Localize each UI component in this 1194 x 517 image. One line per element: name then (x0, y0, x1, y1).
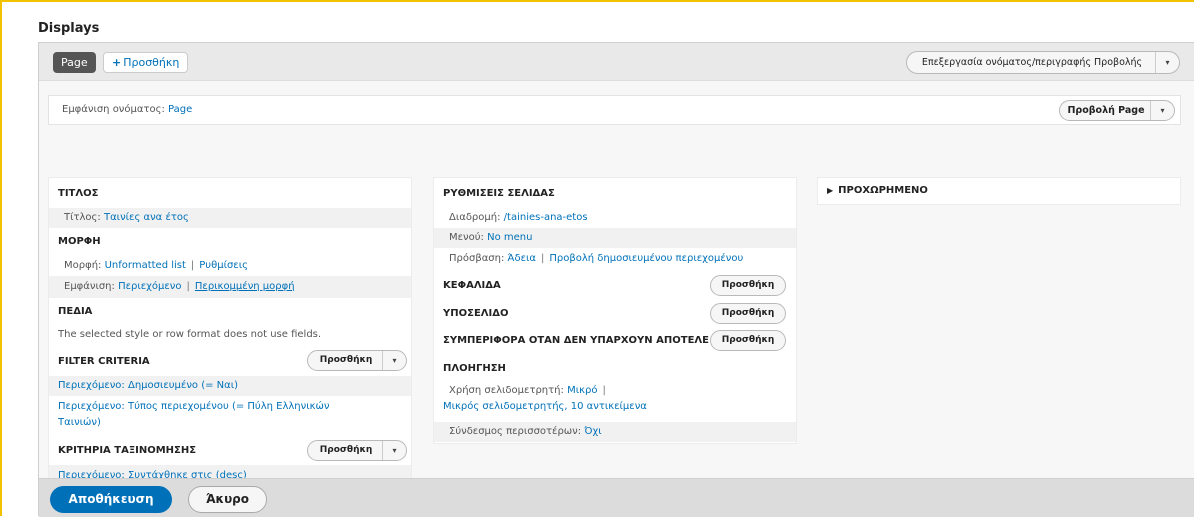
view-page-button[interactable]: Προβολή Page ▾ (1059, 100, 1175, 121)
title-section-heading: ΤΙΤΛΟΣ (58, 188, 99, 199)
filter-add-label: Προσθήκη (319, 355, 373, 365)
edit-view-name-button[interactable]: Επεξεργασία ονόματος/περιγραφής Προβολής… (906, 51, 1180, 74)
display-name-link[interactable]: Page (168, 104, 192, 115)
save-button[interactable]: Αποθήκευση (50, 486, 172, 513)
left-column: ΤΙΤΛΟΣ Τίτλος: Ταινίες ανα έτος ΜΟΡΦΗ Μο… (48, 177, 412, 487)
empty-add-button[interactable]: Προσθήκη (710, 330, 786, 351)
format-label: Μορφή: (64, 260, 102, 271)
more-link-value[interactable]: Όχι (584, 426, 601, 437)
chevron-down-icon[interactable]: ▾ (1150, 101, 1174, 120)
title-link[interactable]: Ταινίες ανα έτος (104, 212, 189, 223)
more-link-label: Σύνδεσμος περισσοτέρων: (449, 426, 582, 437)
triangle-right-icon: ▶ (827, 186, 834, 195)
menu-label: Μενού: (449, 232, 484, 243)
page-settings-heading: ΡΥΘΜΙΣΕΙΣ ΣΕΛΙΔΑΣ (443, 188, 555, 199)
access-label: Πρόσβαση: (449, 253, 505, 264)
access-link[interactable]: Άδεια (508, 253, 536, 264)
displays-tabbar: Page + Προσθήκη Επεξεργασία ονόματος/περι… (39, 43, 1194, 79)
pager-link[interactable]: Μικρό (567, 385, 597, 396)
access-row: Πρόσβαση: Άδεια | Προβολή δημοσιευμένου πε… (449, 253, 744, 264)
form-actions: Αποθήκευση Άκυρο (39, 478, 1194, 517)
add-display-label: Προσθήκη (123, 56, 180, 69)
filter-item-link[interactable]: Περιεχόμενο: Δημοσιευμένο (= Ναι) (58, 380, 238, 391)
menu-link[interactable]: No menu (487, 232, 532, 243)
title-label: Τίτλος: (64, 212, 101, 223)
more-link-row: Σύνδεσμος περισσοτέρων: Όχι (434, 422, 796, 442)
edit-view-name-label: Επεξεργασία ονόματος/περιγραφής Προβολής (921, 57, 1143, 68)
display-name-label: Εμφάνιση ονόματος: (62, 104, 165, 115)
chevron-down-icon[interactable]: ▾ (382, 441, 406, 460)
path-label: Διαδρομή: (449, 212, 501, 223)
access-extra-link[interactable]: Προβολή δημοσιευμένου περιεχομένου (549, 253, 743, 264)
display-content: Εμφάνιση ονόματος: Page Προβολή Page ▾ Τ… (39, 80, 1194, 487)
show-link[interactable]: Περιεχόμενο (118, 281, 181, 292)
path-link[interactable]: /tainies-ana-etos (504, 212, 588, 223)
filter-item-link[interactable]: Περιεχόμενο: Τύπος περιεχομένου (= Πύλη … (58, 399, 411, 415)
advanced-toggle[interactable]: ▶ ΠΡΟΧΩΡΗΜΕΝΟ (817, 177, 1181, 205)
chevron-down-icon[interactable]: ▾ (382, 351, 406, 370)
path-row: Διαδρομή: /tainies-ana-etos (434, 208, 796, 228)
frame-border-left (0, 0, 2, 516)
pager-label: Χρήση σελιδομετρητή: (449, 385, 564, 396)
middle-column: ΡΥΘΜΙΣΕΙΣ ΣΕΛΙΔΑΣ Διαδρομή: /tainies-ana… (433, 177, 797, 444)
sort-add-button[interactable]: Προσθήκη ▾ (307, 440, 407, 461)
sort-add-label: Προσθήκη (319, 445, 373, 455)
title-row: Τίτλος: Ταινίες ανα έτος (49, 208, 411, 228)
empty-behavior-heading: ΣΥΜΠΕΡΙΦΟΡΑ ΟΤΑΝ ΔΕΝ ΥΠΑΡΧΟΥΝ ΑΠΟΤΕΛΕ (443, 335, 709, 346)
cancel-button[interactable]: Άκυρο (188, 486, 267, 513)
format-link[interactable]: Unformatted list (105, 260, 186, 271)
pager-extra-link[interactable]: Μικρός σελιδομετρητής, 10 αντικείμενα (443, 399, 796, 415)
format-section-heading: ΜΟΡΦΗ (58, 236, 101, 247)
format-row: Μορφή: Unformatted list | Ρυθμίσεις (64, 260, 248, 271)
fields-note: The selected style or row format does no… (58, 329, 322, 340)
format-settings-link[interactable]: Ρυθμίσεις (199, 260, 248, 271)
show-row: Εμφάνιση: Περιεχόμενο | Περικομμένη μορφή (49, 276, 411, 298)
menu-row: Μενού: No menu (434, 228, 796, 248)
pager-row: Χρήση σελιδομετρητή: Μικρό | Μικρός σελιδ… (434, 383, 796, 415)
frame-border-top (0, 0, 1194, 2)
plus-icon: + (112, 56, 122, 69)
footer-add-button[interactable]: Προσθήκη (710, 303, 786, 324)
displays-panel: Page + Προσθήκη Επεξεργασία ονόματος/περι… (38, 42, 1194, 517)
filter-item-link-cont[interactable]: Ταινιών) (58, 415, 411, 431)
display-name: Εμφάνιση ονόματος: Page (62, 104, 192, 115)
filter-item: Περιεχόμενο: Δημοσιευμένο (= Ναι) (49, 376, 411, 396)
pager-section-heading: ΠΛΟΗΓΗΣΗ (443, 363, 506, 374)
add-display-button[interactable]: + Προσθήκη (103, 52, 189, 73)
page-title: Displays (38, 21, 100, 36)
display-name-bar: Εμφάνιση ονόματος: Page Προβολή Page ▾ (48, 95, 1181, 125)
chevron-down-icon[interactable]: ▾ (1155, 52, 1179, 73)
show-label: Εμφάνιση: (64, 281, 115, 292)
header-add-button[interactable]: Προσθήκη (710, 275, 786, 296)
fields-section-heading: ΠΕΔΙΑ (58, 306, 93, 317)
advanced-label: ΠΡΟΧΩΡΗΜΕΝΟ (838, 185, 928, 196)
tab-page[interactable]: Page (53, 52, 96, 73)
filter-add-button[interactable]: Προσθήκη ▾ (307, 350, 407, 371)
view-page-label: Προβολή Page (1067, 105, 1145, 116)
show-extra-link[interactable]: Περικομμένη μορφή (195, 281, 295, 292)
filter-item: Περιεχόμενο: Τύπος περιεχομένου (= Πύλη … (49, 399, 411, 431)
